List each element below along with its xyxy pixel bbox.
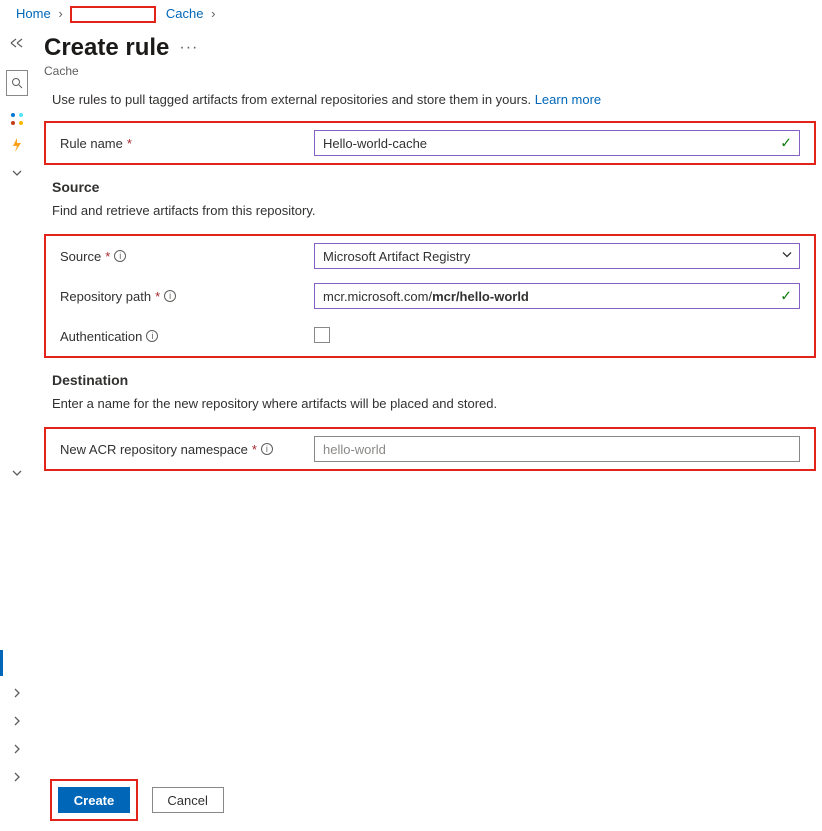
collapse-toggle[interactable] [0, 160, 34, 186]
sidebar-expand-item[interactable] [0, 735, 34, 763]
page-description: Use rules to pull tagged artifacts from … [52, 92, 816, 107]
rule-name-label: Rule name * [60, 136, 314, 151]
create-button[interactable]: Create [58, 787, 130, 813]
redacted-breadcrumb [70, 6, 156, 23]
authentication-label: Authentication i [60, 329, 314, 344]
chevron-down-icon [782, 250, 792, 263]
sidebar-bottom-list [0, 679, 33, 791]
highlight-source: Source * i Microsoft Artifact Registry R… [44, 234, 816, 358]
destination-section-title: Destination [52, 372, 816, 388]
left-sidebar [0, 28, 34, 831]
breadcrumb: Home › Cache › [0, 0, 822, 28]
check-icon: ✓ [780, 288, 792, 305]
source-select[interactable]: Microsoft Artifact Registry [314, 243, 800, 269]
sidebar-expand-item[interactable] [0, 679, 34, 707]
cancel-button[interactable]: Cancel [152, 787, 224, 813]
info-icon[interactable]: i [261, 443, 273, 455]
highlight-destination: New ACR repository namespace * i [44, 427, 816, 471]
info-icon[interactable]: i [164, 290, 176, 302]
highlight-create: Create [50, 779, 138, 821]
chevron-right-icon: › [207, 6, 219, 21]
expand-sidebar-icon[interactable] [0, 28, 34, 58]
repository-path-input[interactable]: mcr.microsoft.com/mcr/hello-world [314, 283, 800, 309]
info-icon[interactable]: i [114, 250, 126, 262]
namespace-input[interactable] [314, 436, 800, 462]
repository-path-label: Repository path * i [60, 289, 314, 304]
search-input[interactable] [6, 70, 28, 96]
chevron-right-icon: › [54, 6, 66, 21]
sidebar-selection-indicator [0, 650, 3, 676]
namespace-label: New ACR repository namespace * i [60, 442, 314, 457]
breadcrumb-cache[interactable]: Cache [166, 6, 204, 21]
page-subtitle: Cache [44, 64, 816, 78]
nav-icon-1[interactable] [0, 108, 34, 130]
footer-actions: Create Cancel [44, 767, 816, 831]
check-icon: ✓ [780, 135, 792, 152]
source-label: Source * i [60, 249, 314, 264]
source-section-subtitle: Find and retrieve artifacts from this re… [52, 203, 816, 218]
main-panel: Create rule ··· Cache Use rules to pull … [44, 28, 816, 831]
destination-section-subtitle: Enter a name for the new repository wher… [52, 396, 816, 411]
sidebar-expand-item[interactable] [0, 763, 34, 791]
learn-more-link[interactable]: Learn more [535, 92, 601, 107]
page-title: Create rule [44, 34, 169, 62]
more-actions-icon[interactable]: ··· [179, 39, 198, 57]
breadcrumb-home[interactable]: Home [16, 6, 51, 21]
nav-icon-2[interactable] [0, 134, 34, 156]
source-section-title: Source [52, 179, 816, 195]
authentication-checkbox[interactable] [314, 327, 330, 343]
collapse-toggle[interactable] [0, 458, 34, 488]
rule-name-input[interactable] [314, 130, 800, 156]
info-icon[interactable]: i [146, 330, 158, 342]
sidebar-expand-item[interactable] [0, 707, 34, 735]
highlight-rule-name: Rule name * ✓ [44, 121, 816, 165]
